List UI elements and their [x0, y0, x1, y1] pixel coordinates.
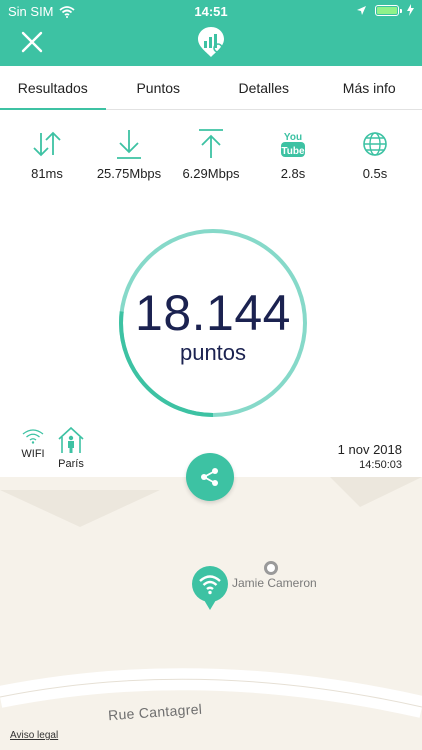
share-button[interactable] — [186, 453, 234, 501]
wifi-pin-icon[interactable] — [190, 566, 230, 614]
tab-resultados[interactable]: Resultados — [0, 66, 106, 110]
download-icon — [117, 130, 141, 159]
score-label: puntos — [179, 340, 247, 365]
close-icon[interactable] — [20, 30, 44, 54]
metric-youtube: You Tube 2.8s — [253, 126, 333, 186]
test-date: 1 nov 2018 — [337, 442, 402, 457]
ping-value: 81ms — [31, 166, 63, 181]
svg-text:You: You — [284, 132, 302, 143]
upload-value: 6.29Mbps — [182, 166, 240, 181]
poi-marker-icon[interactable] — [264, 561, 278, 575]
score-value: 18.144 — [135, 285, 291, 341]
map-view[interactable]: Jamie Cameron Rue Cantagrel Aviso legal — [0, 477, 422, 750]
share-icon — [201, 468, 218, 486]
tab-puntos[interactable]: Puntos — [106, 66, 212, 109]
metric-upload: 6.29Mbps — [171, 126, 251, 186]
metrics-row: 81ms 25.75Mbps 6.29Mbps You Tube 2.8s 0.… — [0, 126, 422, 186]
place-label: París — [58, 458, 84, 470]
metric-web: 0.5s — [335, 126, 415, 186]
place-info: París — [56, 426, 86, 470]
location-arrow-icon — [357, 5, 366, 15]
connection-label: WIFI — [21, 448, 45, 460]
test-datetime: 1 nov 2018 14:50:03 — [338, 442, 402, 471]
ping-arrows-icon — [33, 131, 61, 157]
globe-icon — [363, 132, 387, 156]
youtube-value: 2.8s — [280, 166, 306, 181]
tab-detalles[interactable]: Detalles — [211, 66, 317, 109]
metric-ping: 81ms — [7, 126, 87, 186]
legal-link[interactable]: Aviso legal — [10, 730, 58, 741]
status-bar: Sin SIM 14:51 — [0, 0, 422, 22]
web-value: 0.5s — [362, 166, 388, 181]
test-time: 14:50:03 — [359, 459, 402, 471]
youtube-icon: You Tube — [281, 132, 305, 157]
map-block — [0, 490, 160, 527]
upload-icon — [199, 129, 223, 158]
tab-mas-info[interactable]: Más info — [317, 66, 422, 109]
download-value: 25.75Mbps — [96, 166, 162, 181]
svg-text:Tube: Tube — [281, 146, 305, 157]
home-person-icon — [58, 426, 84, 453]
map-block — [330, 477, 422, 507]
status-right — [356, 4, 414, 16]
map-road — [0, 668, 422, 718]
poi-label[interactable]: Jamie Cameron — [232, 576, 317, 590]
battery-icon — [375, 4, 402, 16]
wifi-icon — [22, 429, 44, 444]
connection-type: WIFI — [18, 428, 48, 460]
app-logo-icon — [198, 27, 224, 57]
battery-fill — [377, 6, 397, 14]
metric-download: 25.75Mbps — [89, 126, 169, 186]
app-header: Sin SIM 14:51 — [0, 0, 422, 66]
tab-bar: Resultados Puntos Detalles Más info — [0, 66, 422, 110]
score-ring: 18.144 puntos — [116, 226, 310, 420]
charging-bolt-icon — [407, 4, 414, 16]
